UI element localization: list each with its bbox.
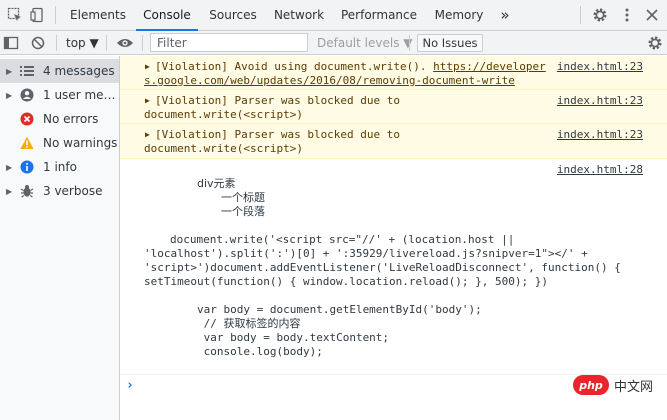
watermark: php 中文网: [573, 374, 663, 396]
toolbar-divider-2: [106, 35, 107, 51]
message-link-continued[interactable]: s.google.com/web/updates/2016/08/removin…: [144, 74, 515, 87]
message-text-line2: s.google.com/web/updates/2016/08/removin…: [144, 74, 515, 88]
expand-triangle-icon[interactable]: ▶: [6, 163, 12, 172]
more-tabs-icon[interactable]: »: [495, 0, 515, 31]
message-link[interactable]: https://developer: [433, 60, 546, 73]
violation-message: ▶ [Violation] Avoid using document.write…: [120, 56, 667, 90]
sidebar-item-label: No errors: [43, 112, 99, 126]
expand-triangle-icon[interactable]: ▶: [6, 187, 12, 196]
inspect-element-icon[interactable]: [6, 6, 24, 24]
tab-memory[interactable]: Memory: [428, 0, 490, 31]
message-text-line2: document.write(<script>): [144, 108, 303, 121]
log-script-text: setTimeout(function() { window.location.…: [144, 275, 548, 288]
log-script-text: 'localhost').split(':')[0] + ':35929/liv…: [144, 247, 588, 260]
tab-bar-divider: [55, 6, 56, 24]
source-link[interactable]: index.html:28: [557, 163, 643, 177]
php-logo: php: [573, 375, 609, 395]
message-text: [Violation] Parser was blocked due to: [155, 94, 401, 107]
warning-icon: [20, 136, 34, 150]
log-script-text: // 获取标签的内容: [197, 317, 301, 330]
tab-performance[interactable]: Performance: [336, 0, 422, 31]
watermark-text: 中文网: [614, 379, 654, 395]
settings-gear-icon[interactable]: [591, 6, 609, 24]
expand-triangle-icon[interactable]: ▶: [145, 128, 150, 142]
kebab-menu-icon[interactable]: [618, 6, 636, 24]
bug-icon: [20, 184, 34, 198]
sidebar-item-label: 1 info: [43, 160, 77, 174]
sidebar-item-label: 4 messages: [43, 64, 115, 78]
log-levels-dropdown[interactable]: Default levels ▼: [317, 31, 413, 55]
filter-input[interactable]: [150, 33, 308, 52]
toolbar-divider-4: [409, 35, 410, 51]
log-script-text: 'script>')document.addEventListener('Liv…: [144, 261, 621, 274]
live-expression-eye-icon[interactable]: [116, 34, 134, 52]
list-icon: [20, 64, 34, 78]
sidebar-item-messages[interactable]: ▶ 4 messages: [0, 59, 119, 83]
violation-message: ▶ [Violation] Parser was blocked due to …: [120, 90, 667, 124]
source-link[interactable]: index.html:23: [557, 94, 643, 108]
expand-triangle-icon[interactable]: ▶: [145, 94, 150, 108]
tab-sources[interactable]: Sources: [202, 0, 264, 31]
device-toolbar-icon[interactable]: [29, 6, 47, 24]
sidebar-item-info[interactable]: ▶ 1 info: [0, 155, 119, 179]
log-html-text: 一个标题: [221, 191, 265, 204]
message-text: [Violation] Avoid using document.write()…: [155, 60, 546, 74]
log-message: index.html:28 div元素 一个标题 一个段落 document.w…: [120, 159, 667, 374]
sidebar-item-verbose[interactable]: ▶ 3 verbose: [0, 179, 119, 203]
info-icon: [20, 160, 34, 174]
devtools-tab-bar: Elements Console Sources Network Perform…: [0, 0, 667, 31]
violation-message: ▶ [Violation] Parser was blocked due to …: [120, 124, 667, 159]
toolbar-divider: [56, 35, 57, 51]
expand-triangle-icon[interactable]: ▶: [145, 60, 150, 74]
sidebar-item-user-messages[interactable]: ▶ 1 user mess…: [0, 83, 119, 107]
user-icon: [20, 88, 34, 102]
toolbar-divider-3: [142, 35, 143, 51]
log-script-text: var body = document.getElementById('body…: [197, 303, 482, 316]
tab-network[interactable]: Network: [268, 0, 330, 31]
message-prefix: [Violation] Avoid using document.write()…: [155, 60, 434, 73]
source-link[interactable]: index.html:23: [557, 60, 643, 74]
sidebar-item-label: 3 verbose: [43, 184, 103, 198]
prompt-chevron-icon: ›: [126, 378, 134, 393]
tab-bar-divider-right: [580, 6, 581, 24]
expand-triangle-icon[interactable]: ▶: [6, 91, 12, 100]
console-settings-gear-icon[interactable]: [646, 34, 664, 52]
tab-elements[interactable]: Elements: [64, 0, 132, 31]
message-text: [Violation] Parser was blocked due to: [155, 128, 401, 141]
issues-button[interactable]: No Issues: [417, 34, 483, 52]
sidebar-item-errors[interactable]: ▶ No errors: [0, 107, 119, 131]
sidebar-item-label: 1 user mess…: [43, 88, 119, 102]
console-toolbar: top ▼ Default levels ▼ No Issues: [0, 31, 667, 55]
console-sidebar: ▶ 4 messages ▶ 1 user mess… ▶ No errors …: [0, 56, 120, 420]
context-selector[interactable]: top ▼: [66, 31, 99, 55]
tab-console[interactable]: Console: [136, 0, 198, 31]
log-script-text: var body = body.textContent;: [197, 331, 390, 344]
toggle-sidebar-icon[interactable]: [2, 34, 20, 52]
log-html-text: 一个段落: [221, 205, 265, 218]
console-messages: ▶ [Violation] Avoid using document.write…: [120, 56, 667, 420]
log-script-text: document.write('<script src="//' + (loca…: [170, 233, 515, 246]
close-icon[interactable]: [643, 6, 661, 24]
log-script-text: console.log(body);: [197, 345, 323, 358]
clear-console-icon[interactable]: [29, 34, 47, 52]
source-link[interactable]: index.html:23: [557, 128, 643, 142]
log-html-text: div元素: [197, 177, 236, 190]
sidebar-item-label: No warnings: [43, 136, 118, 150]
message-text-line2: document.write(<script>): [144, 142, 303, 155]
error-icon: [20, 112, 34, 126]
expand-triangle-icon[interactable]: ▶: [6, 67, 12, 76]
sidebar-item-warnings[interactable]: ▶ No warnings: [0, 131, 119, 155]
